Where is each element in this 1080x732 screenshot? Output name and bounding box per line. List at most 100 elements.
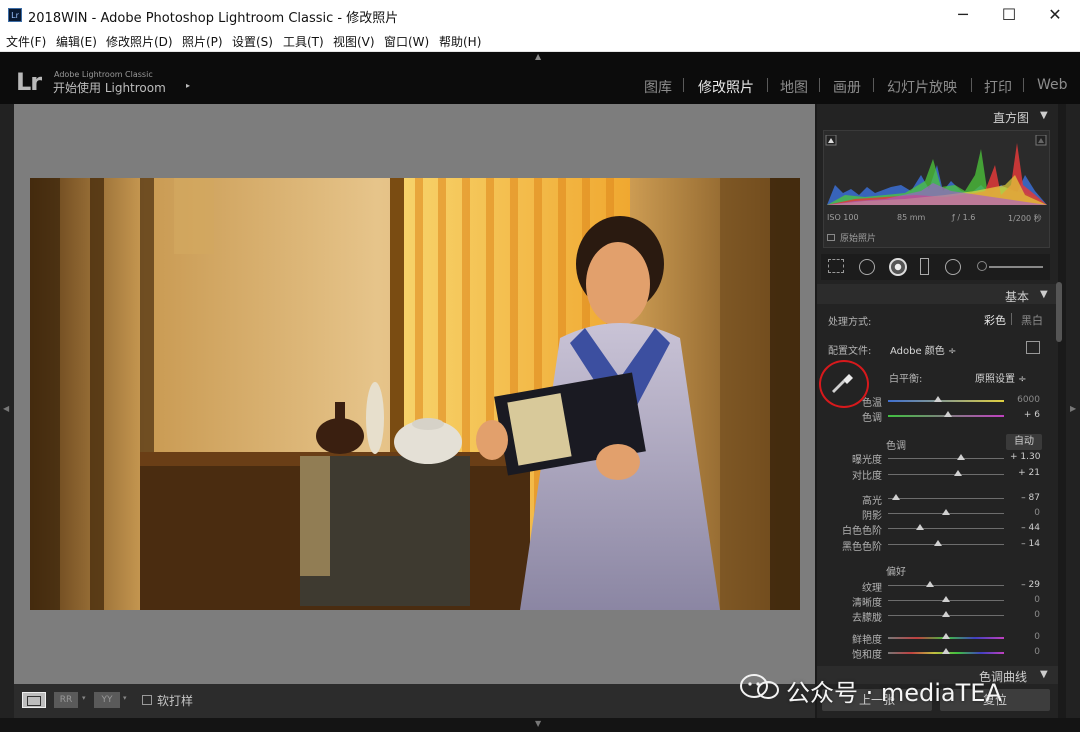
menu-window[interactable]: 窗口(W)	[384, 33, 429, 50]
saturation-value[interactable]: 0	[1010, 647, 1040, 657]
texture-slider-track[interactable]	[888, 585, 1004, 586]
loupe-view-icon[interactable]	[22, 692, 46, 708]
top-panel-toggle-icon[interactable]: ▲	[535, 52, 541, 61]
menu-edit[interactable]: 编辑(E)	[56, 33, 97, 50]
clarity-value[interactable]: 0	[1010, 595, 1040, 605]
module-separator	[1023, 78, 1024, 92]
maximize-button[interactable]: ☐	[986, 0, 1032, 30]
left-panel-edge[interactable]: ◀	[0, 104, 14, 718]
menu-photo[interactable]: 照片(P)	[182, 33, 223, 50]
filmstrip-edge[interactable]: ▼	[0, 718, 1080, 732]
menu-develop[interactable]: 修改照片(D)	[106, 33, 173, 50]
right-panel-edge[interactable]: ▶	[1066, 104, 1080, 718]
original-photo-checkbox[interactable]	[827, 234, 835, 241]
shadows-slider-thumb[interactable]	[942, 509, 950, 515]
white-balance-eyedropper-icon[interactable]	[829, 368, 855, 394]
basic-panel-title[interactable]: 基本	[1005, 288, 1029, 305]
module-map[interactable]: 地图	[780, 77, 808, 97]
tone-section-title: 色调	[886, 441, 906, 452]
whites-value[interactable]: – 44	[1010, 523, 1040, 533]
dehaze-value[interactable]: 0	[1010, 610, 1040, 620]
radial-filter-icon[interactable]	[945, 259, 961, 275]
contrast-slider-track[interactable]	[888, 474, 1004, 475]
dehaze-label: 去朦胧	[852, 613, 882, 624]
brush-slider-icon[interactable]	[989, 266, 1043, 268]
identity-arrow-icon[interactable]: ▸	[186, 81, 190, 90]
menu-view[interactable]: 视图(V)	[333, 33, 375, 50]
tint-value[interactable]: + 6	[1010, 410, 1040, 420]
highlights-slider-thumb[interactable]	[892, 494, 901, 500]
module-library[interactable]: 图库	[644, 77, 672, 97]
module-separator	[873, 78, 874, 92]
tint-slider-thumb[interactable]	[944, 411, 953, 417]
exposure-value[interactable]: + 1.30	[1010, 452, 1040, 462]
red-eye-tool-icon[interactable]	[889, 258, 907, 276]
close-button[interactable]: ✕	[1032, 0, 1078, 30]
temp-slider-track[interactable]	[888, 400, 1004, 402]
auto-tone-button[interactable]: 自动	[1006, 434, 1042, 450]
blacks-label: 黑色色阶	[842, 542, 882, 553]
blacks-slider-thumb[interactable]	[933, 540, 942, 546]
whites-slider-thumb[interactable]	[916, 524, 925, 530]
temp-value[interactable]: 6000	[1010, 395, 1040, 405]
menu-file[interactable]: 文件(F)	[6, 33, 46, 50]
highlights-value[interactable]: – 87	[1010, 493, 1040, 503]
tint-label: 色调	[862, 413, 882, 424]
presence-section-title: 偏好	[886, 567, 906, 578]
saturation-slider-thumb[interactable]	[942, 648, 950, 654]
module-slideshow[interactable]: 幻灯片放映	[887, 77, 957, 97]
module-web[interactable]: Web	[1037, 77, 1068, 93]
module-book[interactable]: 画册	[833, 77, 861, 97]
title-bar: Lr 2018WIN - Adobe Photoshop Lightroom C…	[0, 0, 1080, 30]
contrast-value[interactable]: + 21	[1010, 468, 1040, 478]
spot-removal-tool-icon[interactable]	[859, 259, 875, 275]
vibrance-slider-thumb[interactable]	[942, 633, 950, 639]
histogram-graph	[825, 135, 1047, 205]
histogram-panel[interactable]: ISO 100 85 mm ƒ / 1.6 1/200 秒 原始照片	[823, 130, 1050, 248]
menu-settings[interactable]: 设置(S)	[232, 33, 273, 50]
graduated-filter-icon[interactable]	[920, 258, 929, 275]
highlights-slider-track[interactable]	[888, 498, 1004, 499]
collapse-triangle-icon[interactable]: ▼	[1040, 289, 1048, 300]
soft-proof-checkbox[interactable]	[142, 695, 152, 705]
white-balance-dropdown[interactable]: 原照设置 ÷	[975, 370, 1027, 385]
vibrance-value[interactable]: 0	[1010, 632, 1040, 642]
texture-value[interactable]: – 29	[1010, 580, 1040, 590]
right-panel-toggle-icon[interactable]: ▶	[1070, 404, 1076, 413]
blacks-value[interactable]: – 14	[1010, 539, 1040, 549]
maximize-icon: ☐	[1001, 5, 1017, 24]
profile-dropdown[interactable]: Adobe 颜色 ÷	[890, 342, 956, 357]
crop-tool-icon[interactable]	[828, 259, 844, 273]
profile-browser-icon[interactable]	[1026, 341, 1040, 354]
shadows-value[interactable]: 0	[1010, 508, 1040, 518]
collapse-triangle-icon[interactable]: ▼	[1040, 669, 1048, 680]
collapse-triangle-icon[interactable]: ▼	[1040, 110, 1048, 121]
before-after-left-right-icon[interactable]: RR	[54, 692, 78, 708]
module-print[interactable]: 打印	[984, 77, 1012, 97]
module-develop[interactable]: 修改照片	[698, 77, 754, 97]
panel-scrollbar[interactable]	[1056, 282, 1062, 342]
color-treatment-option[interactable]: 彩色	[984, 312, 1006, 328]
exposure-slider-thumb[interactable]	[957, 454, 966, 460]
menu-tools[interactable]: 工具(T)	[283, 33, 324, 50]
identity-plate[interactable]: 开始使用 Lightroom	[53, 79, 166, 96]
exposure-slider-track[interactable]	[888, 458, 1004, 459]
chevron-down-icon[interactable]: ▾	[82, 694, 86, 702]
histogram-title[interactable]: 直方图	[993, 109, 1029, 126]
bw-treatment-option[interactable]: 黑白	[1021, 312, 1043, 328]
whites-slider-track[interactable]	[888, 528, 1004, 529]
filmstrip-toggle-icon[interactable]: ▼	[535, 719, 541, 728]
texture-slider-thumb[interactable]	[925, 581, 934, 587]
minimize-button[interactable]: ─	[940, 0, 986, 30]
photo-preview[interactable]	[30, 178, 800, 610]
clarity-slider-thumb[interactable]	[942, 596, 950, 602]
blacks-slider-track[interactable]	[888, 544, 1004, 545]
adjustment-brush-icon[interactable]	[977, 261, 987, 271]
menu-help[interactable]: 帮助(H)	[439, 33, 481, 50]
temp-slider-thumb[interactable]	[933, 396, 942, 402]
chevron-down-icon[interactable]: ▾	[123, 694, 127, 702]
contrast-slider-thumb[interactable]	[953, 470, 962, 476]
before-after-top-bottom-icon[interactable]: YY	[94, 692, 120, 708]
dehaze-slider-thumb[interactable]	[942, 611, 950, 617]
left-panel-toggle-icon[interactable]: ◀	[3, 404, 9, 413]
